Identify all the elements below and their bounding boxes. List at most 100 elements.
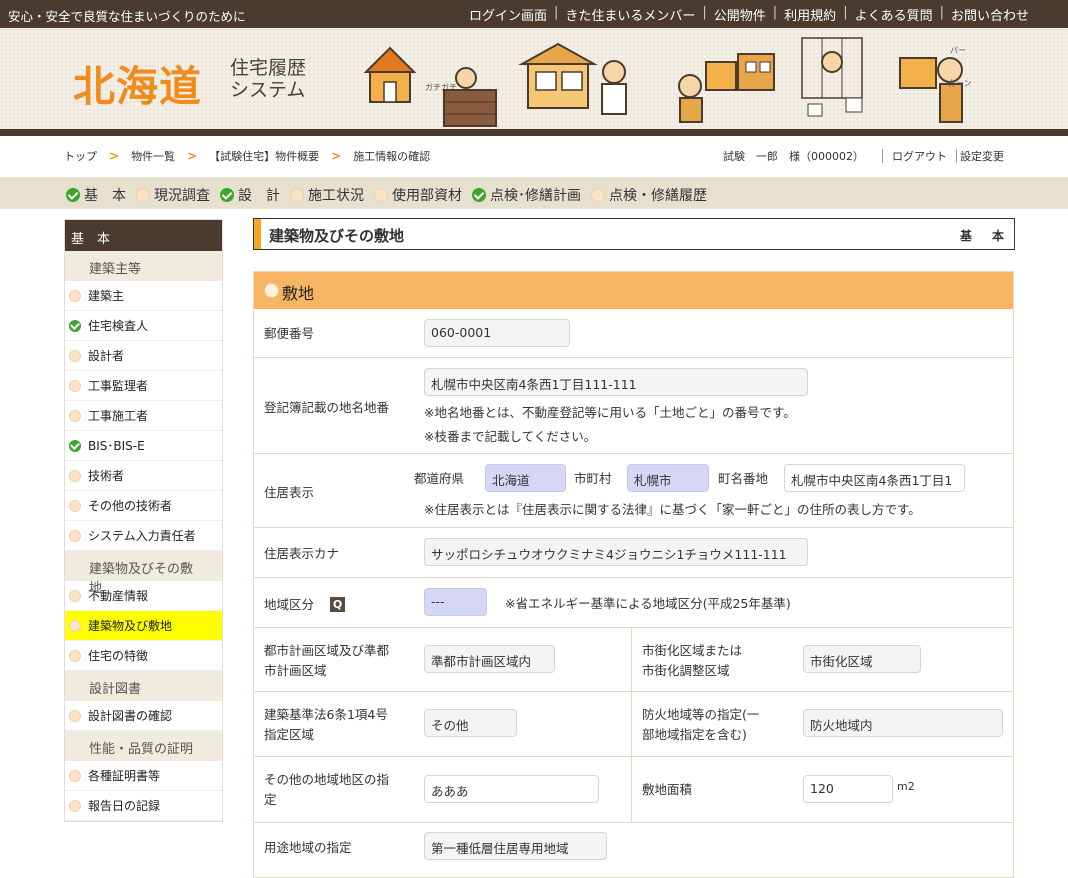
nav-terms[interactable]: 利用規約 (777, 5, 843, 24)
sidebar-item-engineer[interactable]: 技術者 (65, 461, 222, 491)
tab-repair-history[interactable]: 点検・修繕履歴 (591, 185, 707, 205)
logo-title[interactable]: 北海道 (73, 53, 202, 114)
sidebar-item-contractor[interactable]: 工事施工者 (65, 401, 222, 431)
other-district-field[interactable]: あああ (424, 775, 599, 803)
field-label: 住居表示 (264, 485, 315, 500)
nav-public-properties[interactable]: 公開物件 (707, 5, 773, 24)
divider (882, 149, 883, 163)
sidebar-item-bis[interactable]: BIS･BIS-E (65, 431, 222, 461)
svg-text:パー: パー (950, 46, 966, 55)
svg-text:カーン: カーン (948, 79, 972, 88)
tab-design[interactable]: 設 計 (220, 185, 280, 205)
status-dot-icon (290, 188, 304, 202)
sidebar-item-owner[interactable]: 建築主 (65, 281, 222, 311)
site-panel: 敷地 郵便番号 060-0001 登記簿記載の地名地番 札幌市中央区南4条西1丁… (253, 271, 1014, 878)
article6-select[interactable]: その他 (424, 709, 517, 737)
logo-subtitle: 住宅履歴 システム (230, 57, 306, 101)
city-planning-select[interactable]: 準都市計画区域内 (424, 645, 555, 673)
status-dot-icon (69, 499, 81, 512)
column-divider (631, 628, 632, 692)
status-dot-icon (69, 769, 81, 782)
site-area-field[interactable]: 120 (803, 775, 893, 803)
column-divider (631, 692, 632, 757)
tab-repair-plan[interactable]: 点検･修繕計画 (472, 185, 581, 205)
address-note: ※住居表示とは『住居表示に関する法律』に基づく「家一軒ごと」の住所の表し方です。 (424, 502, 921, 517)
sidebar-item-label: 建築主 (88, 289, 125, 303)
postal-code-field[interactable]: 060-0001 (424, 319, 570, 347)
settings-link[interactable]: 設定変更 (960, 148, 1004, 164)
sidebar-item-other-engineer[interactable]: その他の技術者 (65, 491, 222, 521)
field-label-line: 部地域指定を含む) (642, 727, 747, 742)
sidebar-item-drawings[interactable]: 設計図書の確認 (65, 701, 222, 731)
resident-icon (678, 74, 703, 123)
town-field[interactable]: 札幌市中央区南4条西1丁目1 (784, 464, 965, 492)
tab-basic[interactable]: 基 本 (66, 185, 126, 205)
sidebar-item-system-input[interactable]: システム入力責任者 (65, 521, 222, 551)
city-field[interactable]: 札幌市 (627, 464, 709, 492)
field-label: 地域区分 (264, 597, 315, 612)
tab-construction[interactable]: 施工状況 (290, 185, 364, 205)
nav-faq[interactable]: よくある質問 (848, 5, 940, 24)
nav-members[interactable]: きた住まいるメンバー (558, 5, 702, 24)
sidebar-item-label: システム入力責任者 (88, 529, 196, 543)
row-kana: 住居表示カナ サッポロシチュウオウクミナミ4ジョウニシ1チョウメ111-111 (254, 528, 1013, 578)
status-dot-icon (374, 188, 388, 202)
sidebar-header: 基 本 (65, 220, 222, 251)
check-icon (220, 188, 234, 202)
panel-header: 敷地 (254, 272, 1013, 309)
field-label: 防火地域等の指定(一 部地域指定を含む) (642, 705, 759, 745)
tab-materials[interactable]: 使用部資材 (374, 185, 462, 205)
tab-survey[interactable]: 現況調査 (136, 185, 210, 205)
breadcrumb-property-summary[interactable]: 【試験住宅】物件概要 (209, 148, 319, 164)
city-label: 市町村 (574, 471, 612, 486)
row-article6: 建築基準法6条1項4号 指定区域 その他 防火地域等の指定(一 部地域指定を含む… (254, 692, 1013, 757)
panel-title: 敷地 (282, 284, 315, 303)
status-dot-icon (69, 379, 81, 392)
use-district-select[interactable]: 第一種低層住居専用地域 (424, 832, 607, 860)
sidebar-item-inspector[interactable]: 住宅検査人 (65, 311, 222, 341)
field-label-line: 定 (264, 792, 277, 807)
registry-note-2: ※枝番まで記載してください。 (424, 429, 597, 444)
sidebar-item-label: 工事施工者 (88, 409, 149, 423)
sidebar-item-features[interactable]: 住宅の特徴 (65, 641, 222, 671)
nav-contact[interactable]: お問い合わせ (944, 5, 1036, 24)
sidebar-item-building-site[interactable]: 建築物及び敷地 (65, 611, 222, 641)
sidebar-item-label: 報告日の記録 (88, 799, 161, 813)
field-label: 都市計画区域及び準都 市計画区域 (264, 641, 389, 681)
field-label-line: 市街化調整区域 (642, 663, 730, 678)
section-tabs: 基 本 現況調査 設 計 施工状況 使用部資材 点検･修繕計画 点検・修繕履歴 (66, 185, 717, 205)
prefecture-field[interactable]: 北海道 (485, 464, 566, 492)
sidebar-item-label: 住宅検査人 (88, 319, 149, 333)
fire-district-select[interactable]: 防火地域内 (803, 709, 1003, 737)
site-tagline: 安心・安全で良質な住まいづくりのために (8, 9, 246, 24)
chevron-right-icon: > (109, 149, 120, 163)
sidebar-item-supervisor[interactable]: 工事監理者 (65, 371, 222, 401)
registry-address-field[interactable]: 札幌市中央区南4条西1丁目111-111 (424, 368, 808, 396)
houses-icon (705, 53, 775, 91)
check-icon (69, 319, 81, 332)
breadcrumb-property-list[interactable]: 物件一覧 (131, 148, 175, 164)
registry-note-1: ※地名地番とは、不動産登記等に用いる「土地ごと」の番号です。 (424, 405, 796, 420)
sidebar-item-certificates[interactable]: 各種証明書等 (65, 761, 222, 791)
sidebar-item-label: 建築物及び敷地 (88, 619, 173, 633)
sidebar-item-label: 技術者 (88, 469, 125, 483)
address-kana-field[interactable]: サッポロシチュウオウクミナミ4ジョウニシ1チョウメ111-111 (424, 538, 808, 566)
logout-link[interactable]: ログアウト (892, 148, 947, 164)
urbanization-select[interactable]: 市街化区域 (803, 645, 921, 673)
breadcrumb: トップ > 物件一覧 > 【試験住宅】物件概要 > 施工情報の確認 (64, 148, 430, 164)
site-area-unit: m2 (897, 780, 915, 793)
breadcrumb-top[interactable]: トップ (64, 148, 97, 164)
field-label-line: その他の地域地区の指 (264, 772, 390, 787)
sidebar-item-designer[interactable]: 設計者 (65, 341, 222, 371)
region-note: ※省エネルギー基準による地域区分(平成25年基準) (505, 596, 791, 611)
nav-login[interactable]: ログイン画面 (462, 5, 554, 24)
sidebar-item-label: 住宅の特徴 (88, 649, 149, 663)
sidebar: 基 本 建築主等 建築主 住宅検査人 設計者 工事監理者 工事施工者 BIS･B… (64, 219, 223, 822)
tab-label: 点検･修繕計画 (490, 188, 581, 204)
status-dot-icon (69, 619, 81, 632)
sidebar-item-label: 不動産情報 (88, 589, 149, 603)
help-icon[interactable]: Q (330, 597, 345, 612)
region-field[interactable]: --- (424, 588, 487, 616)
sidebar-item-report-date[interactable]: 報告日の記録 (65, 791, 222, 821)
row-use-district: 用途地域の指定 第一種低層住居専用地域 (254, 823, 1013, 878)
